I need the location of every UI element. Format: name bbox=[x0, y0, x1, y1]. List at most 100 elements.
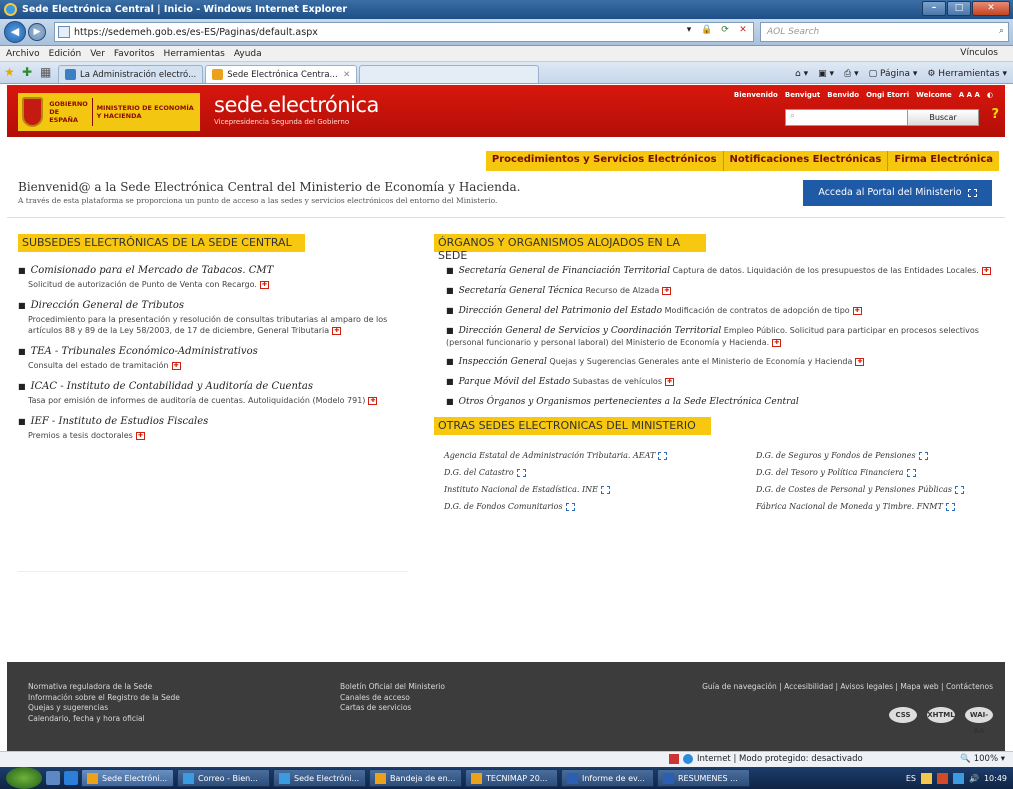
dropdown-icon[interactable]: ▾ bbox=[682, 25, 696, 35]
subsede-title-ief[interactable]: IEF - Instituto de Estudios Fiscales bbox=[18, 416, 408, 427]
search-input[interactable]: AOL Search ⌕ bbox=[760, 22, 1009, 42]
organo-desc[interactable]: Modificación de contratos de adopción de… bbox=[665, 306, 850, 315]
organo-title[interactable]: Secretaría General de Financiación Terri… bbox=[459, 266, 670, 276]
tools-menu[interactable]: ⚙ Herramientas ▾ bbox=[927, 69, 1007, 79]
list-item[interactable]: Parque Móvil del Estado Subastas de vehí… bbox=[446, 376, 998, 388]
subsede-title-tributos[interactable]: Dirección General de Tributos bbox=[18, 300, 408, 311]
start-button[interactable] bbox=[6, 767, 42, 789]
sede-link[interactable]: D.G. del Tesoro y Política Financiera bbox=[756, 464, 964, 481]
tray-app-icon[interactable] bbox=[920, 772, 932, 784]
taskbar-item[interactable]: TECNIMAP 20... bbox=[465, 769, 558, 787]
organo-title[interactable]: Secretaría General Técnica bbox=[459, 286, 583, 296]
new-tab[interactable] bbox=[359, 65, 540, 83]
lang-es[interactable]: Bienvenido bbox=[734, 91, 778, 99]
nav-firma[interactable]: Firma Electrónica bbox=[887, 151, 999, 171]
taskbar-item[interactable]: RESUMENES ... bbox=[657, 769, 750, 787]
lang-eu[interactable]: Ongi Etorri bbox=[866, 91, 909, 99]
portal-button[interactable]: Acceda al Portal del Ministerio bbox=[803, 180, 992, 206]
close-window-button[interactable]: ✕ bbox=[972, 1, 1010, 16]
links-label[interactable]: Vínculos bbox=[960, 48, 998, 58]
sede-link[interactable]: Instituto Nacional de Estadística. INE bbox=[444, 481, 756, 498]
menu-ver[interactable]: Ver bbox=[90, 49, 105, 59]
menu-ayuda[interactable]: Ayuda bbox=[234, 49, 262, 59]
font-size-controls[interactable]: A A A bbox=[959, 91, 980, 99]
print-icon[interactable]: ⎙ ▾ bbox=[844, 69, 859, 79]
subsede-desc[interactable]: Solicitud de autorización de Punto de Ve… bbox=[28, 279, 408, 290]
stop-icon[interactable]: ✕ bbox=[736, 25, 750, 35]
footer-link[interactable]: Información sobre el Registro de la Sede bbox=[28, 693, 180, 704]
taskbar-item[interactable]: Sede Electróni... bbox=[273, 769, 366, 787]
search-icon[interactable]: ⌕ bbox=[999, 26, 1004, 36]
quicklaunch-ie-icon[interactable] bbox=[64, 771, 78, 785]
sede-link[interactable]: Agencia Estatal de Administración Tribut… bbox=[444, 447, 756, 464]
show-desktop-icon[interactable] bbox=[46, 771, 60, 785]
footer-link[interactable]: Normativa reguladora de la Sede bbox=[28, 682, 180, 693]
subsede-title-icac[interactable]: ICAC - Instituto de Contabilidad y Audit… bbox=[18, 381, 408, 392]
taskbar-item[interactable]: Bandeja de en... bbox=[369, 769, 462, 787]
lang-en[interactable]: Welcome bbox=[916, 91, 952, 99]
nav-notificaciones[interactable]: Notificaciones Electrónicas bbox=[722, 151, 888, 171]
tab-administracion[interactable]: La Administración electró... bbox=[58, 65, 204, 83]
footer-link[interactable]: Quejas y sugerencias bbox=[28, 703, 180, 714]
forward-button[interactable]: ▶ bbox=[28, 23, 46, 41]
feeds-icon[interactable]: ▣ ▾ bbox=[818, 69, 834, 79]
xhtml-badge-icon[interactable]: XHTML bbox=[927, 707, 955, 723]
list-item[interactable]: Otros Órganos y Organismos perteneciente… bbox=[446, 396, 998, 408]
maximize-button[interactable]: □ bbox=[947, 1, 971, 16]
subsede-desc[interactable]: Consulta del estado de tramitación ✚ bbox=[28, 360, 408, 371]
subsede-title-tea[interactable]: TEA - Tribunales Económico-Administrativ… bbox=[18, 346, 408, 357]
add-favorites-icon[interactable]: ✚ bbox=[22, 65, 36, 79]
language-indicator[interactable]: ES bbox=[906, 774, 916, 783]
lang-gl[interactable]: Benvido bbox=[827, 91, 859, 99]
organo-title[interactable]: Dirección General del Patrimonio del Est… bbox=[459, 306, 663, 316]
sede-link[interactable]: Fábrica Nacional de Moneda y Timbre. FNM… bbox=[756, 498, 964, 515]
nav-procedimientos[interactable]: Procedimientos y Servicios Electrónicos bbox=[486, 151, 723, 171]
refresh-icon[interactable]: ⟳ bbox=[718, 25, 732, 35]
page-menu[interactable]: ▢ Página ▾ bbox=[869, 69, 918, 79]
buscar-button[interactable]: Buscar bbox=[907, 109, 979, 126]
footer-link[interactable]: Calendario, fecha y hora oficial bbox=[28, 714, 180, 725]
footer-link[interactable]: Boletín Oficial del Ministerio bbox=[340, 682, 445, 693]
organo-title[interactable]: Dirección General de Servicios y Coordin… bbox=[459, 326, 722, 336]
tray-app-icon[interactable] bbox=[936, 772, 948, 784]
address-bar[interactable]: https://sedemeh.gob.es/es-ES/Paginas/def… bbox=[54, 22, 754, 42]
lang-ca[interactable]: Benvigut bbox=[785, 91, 820, 99]
lock-icon[interactable]: 🔒 bbox=[700, 25, 714, 35]
sede-link[interactable]: D.G. del Catastro bbox=[444, 464, 756, 481]
list-item[interactable]: Secretaría General de Financiación Terri… bbox=[446, 265, 998, 277]
menu-archivo[interactable]: Archivo bbox=[6, 49, 40, 59]
footer-link[interactable]: Cartas de servicios bbox=[340, 703, 445, 714]
sede-link[interactable]: D.G. de Fondos Comunitarios bbox=[444, 498, 756, 515]
quick-tabs-icon[interactable]: ▦ bbox=[40, 65, 54, 79]
favorites-star-icon[interactable]: ★ bbox=[4, 65, 18, 79]
organo-desc[interactable]: Subastas de vehículos bbox=[573, 377, 662, 386]
organo-desc[interactable]: Quejas y Sugerencias Generales ante el M… bbox=[549, 357, 852, 366]
subsede-desc[interactable]: Procedimiento para la presentación y res… bbox=[28, 314, 408, 336]
minimize-button[interactable]: – bbox=[922, 1, 946, 16]
taskbar-item[interactable]: Sede Electróni... bbox=[81, 769, 174, 787]
sede-link[interactable]: D.G. de Costes de Personal y Pensiones P… bbox=[756, 481, 964, 498]
volume-icon[interactable]: 🔊 bbox=[969, 774, 979, 783]
contrast-icon[interactable]: ◐ bbox=[987, 91, 993, 99]
organo-title[interactable]: Inspección General bbox=[459, 357, 547, 367]
gobierno-logo[interactable]: GOBIERNO DE ESPAÑA MINISTERIO DE ECONOMÍ… bbox=[18, 93, 200, 131]
subsede-title-cmt[interactable]: Comisionado para el Mercado de Tabacos. … bbox=[18, 265, 408, 276]
css-badge-icon[interactable]: CSS bbox=[889, 707, 917, 723]
list-item[interactable]: Dirección General del Patrimonio del Est… bbox=[446, 305, 998, 317]
taskbar-item[interactable]: Correo - Bien... bbox=[177, 769, 270, 787]
menu-favoritos[interactable]: Favoritos bbox=[114, 49, 155, 59]
subsede-desc[interactable]: Tasa por emisión de informes de auditorí… bbox=[28, 395, 408, 406]
subsede-desc[interactable]: Premios a tesis doctorales ✚ bbox=[28, 430, 408, 441]
menu-herramientas[interactable]: Herramientas bbox=[164, 49, 225, 59]
list-item[interactable]: Secretaría General Técnica Recurso de Al… bbox=[446, 285, 998, 297]
tab-sede-electronica[interactable]: Sede Electrónica Centra... ✕ bbox=[205, 65, 358, 83]
organo-title[interactable]: Parque Móvil del Estado bbox=[459, 377, 571, 387]
security-zone[interactable]: Internet | Modo protegido: desactivado bbox=[669, 754, 863, 764]
taskbar-item[interactable]: Informe de ev... bbox=[561, 769, 654, 787]
zoom-control[interactable]: 🔍 100% ▾ bbox=[960, 754, 1005, 764]
url-text[interactable]: https://sedemeh.gob.es/es-ES/Paginas/def… bbox=[74, 27, 318, 38]
footer-utility-links[interactable]: Guía de navegación | Accesibilidad | Avi… bbox=[702, 682, 993, 691]
clock[interactable]: 10:49 bbox=[984, 774, 1007, 783]
organo-desc[interactable]: Captura de datos. Liquidación de los pre… bbox=[673, 266, 979, 275]
footer-link[interactable]: Canales de acceso bbox=[340, 693, 445, 704]
